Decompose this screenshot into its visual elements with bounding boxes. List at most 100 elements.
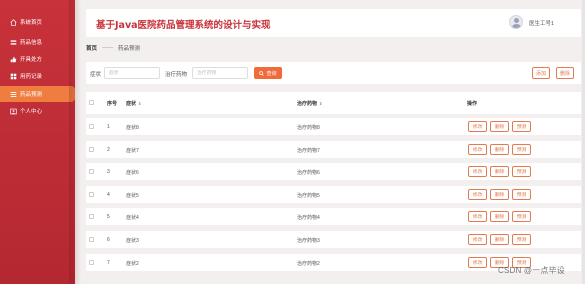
row-delete-button[interactable]: 删除 (490, 166, 509, 178)
home-icon (10, 18, 17, 26)
column-header-actions: 操作 (467, 101, 478, 107)
column-header-symptom[interactable]: 症状 ⇕ (126, 100, 141, 107)
table-header: 序号 症状 ⇕ 治疗药物 ⇕ 操作 (86, 92, 581, 114)
drug-input[interactable] (192, 67, 248, 79)
table-row: 1 症状8 治疗药物8 修改 删除 预测 (86, 118, 581, 135)
sidebar-item-label: 个人中心 (20, 109, 43, 115)
table-row: 3 症状6 治疗药物6 修改 删除 预测 (86, 163, 581, 181)
row-drug: 治疗药物2 (297, 260, 320, 267)
row-drug: 治疗药物7 (297, 147, 320, 154)
breadcrumb-home[interactable]: 首页 (86, 44, 97, 52)
bulk-delete-button[interactable]: 删除 (556, 67, 574, 79)
row-index: 4 (107, 191, 110, 198)
row-checkbox[interactable] (89, 237, 94, 242)
select-all-checkbox[interactable] (89, 100, 94, 105)
search-panel: 症状 治疗药物 查询 添加 删除 (86, 62, 581, 84)
row-predict-button[interactable]: 预测 (512, 143, 531, 155)
sidebar-item-label: 药品预测 (20, 92, 43, 98)
row-index: 7 (107, 259, 110, 266)
avatar[interactable] (509, 15, 523, 29)
sidebar: 系统首页 药品信息 开具处方 用药记录 药品预测 个人中心 (0, 0, 81, 284)
watermark: CSDN @一点毕设 (498, 266, 566, 275)
sidebar-item-drug-prediction[interactable]: 药品预测 (0, 86, 75, 102)
row-symptom: 症状2 (126, 260, 139, 267)
row-drug: 治疗药物5 (297, 192, 320, 199)
row-symptom: 症状6 (126, 170, 139, 177)
row-edit-button[interactable]: 修改 (468, 143, 487, 155)
table-row: 6 症状3 治疗药物3 修改 删除 预测 (86, 231, 581, 248)
row-delete-button[interactable]: 删除 (490, 211, 509, 223)
list-icon (10, 91, 17, 98)
row-predict-button[interactable]: 预测 (512, 166, 531, 178)
row-index: 6 (107, 237, 110, 243)
table-row: 2 症状7 治疗药物7 修改 删除 预测 (86, 140, 581, 158)
breadcrumb-separator: —— (102, 45, 114, 51)
row-edit-button[interactable]: 修改 (468, 211, 487, 223)
row-edit-button[interactable]: 修改 (468, 234, 487, 245)
row-symptom: 症状3 (126, 238, 139, 244)
row-checkbox[interactable] (89, 214, 94, 220)
row-drug: 治疗药物3 (297, 238, 320, 244)
user-name[interactable]: 医生工号1 (529, 19, 554, 27)
column-header-drug[interactable]: 治疗药物 ⇕ (297, 100, 322, 107)
row-symptom: 症状8 (126, 125, 139, 131)
drug-label: 治疗药物 (165, 72, 188, 78)
row-edit-button[interactable]: 修改 (468, 188, 487, 200)
sidebar-item-personal-center[interactable]: 个人中心 (0, 103, 75, 119)
column-header-drug-label: 治疗药物 (297, 101, 318, 107)
row-index: 3 (107, 169, 110, 176)
breadcrumb: 首页 —— 药品预测 (86, 44, 140, 52)
row-checkbox[interactable] (89, 169, 94, 175)
row-delete-button[interactable]: 删除 (490, 143, 509, 155)
breadcrumb-current: 药品预测 (118, 46, 141, 52)
row-index: 2 (107, 146, 110, 153)
row-symptom: 症状4 (126, 215, 139, 222)
sidebar-item-medication-records[interactable]: 用药记录 (0, 68, 75, 84)
row-checkbox[interactable] (89, 259, 94, 265)
symptom-label: 症状 (90, 72, 102, 78)
row-checkbox[interactable] (89, 191, 94, 197)
column-header-index: 序号 (107, 101, 118, 107)
row-index: 1 (107, 124, 110, 130)
sort-icon: ⇕ (319, 101, 323, 106)
sidebar-item-drug-info[interactable]: 药品信息 (0, 34, 75, 50)
grid-icon (10, 73, 17, 80)
row-drug: 治疗药物8 (297, 125, 320, 131)
row-checkbox[interactable] (89, 124, 94, 129)
row-edit-button[interactable]: 修改 (468, 166, 487, 178)
row-drug: 治疗药物6 (297, 170, 320, 177)
table-row: 5 症状4 治疗药物4 修改 删除 预测 (86, 208, 581, 226)
row-delete-button[interactable]: 删除 (490, 234, 509, 245)
symptom-input[interactable] (104, 67, 160, 79)
column-header-symptom-label: 症状 (126, 101, 137, 107)
row-index: 5 (107, 214, 110, 221)
sidebar-item-label: 开具处方 (20, 57, 43, 63)
add-button[interactable]: 添加 (532, 67, 550, 79)
user-card-icon (10, 108, 17, 115)
search-button[interactable]: 查询 (254, 67, 282, 79)
sidebar-item-home[interactable]: 系统首页 (0, 14, 75, 30)
row-predict-button[interactable]: 预测 (512, 188, 531, 200)
sidebar-item-label: 药品信息 (20, 40, 43, 46)
row-predict-button[interactable]: 预测 (512, 211, 531, 223)
row-checkbox[interactable] (89, 146, 94, 152)
table-row: 4 症状5 治疗药物5 修改 删除 预测 (86, 185, 581, 203)
system-title: 基于Java医院药品管理系统的设计与实现 (96, 20, 271, 31)
sidebar-item-label: 用药记录 (20, 74, 43, 80)
row-edit-button[interactable]: 修改 (468, 256, 487, 268)
row-symptom: 症状5 (126, 192, 139, 199)
row-symptom: 症状7 (126, 147, 139, 154)
row-delete-button[interactable]: 删除 (490, 121, 509, 132)
row-edit-button[interactable]: 修改 (468, 121, 487, 132)
sidebar-item-prescription[interactable]: 开具处方 (0, 51, 75, 67)
row-predict-button[interactable]: 预测 (512, 234, 531, 245)
sidebar-item-label: 系统首页 (20, 20, 43, 26)
row-predict-button[interactable]: 预测 (512, 121, 531, 132)
thumb-icon (10, 56, 17, 63)
pills-icon (10, 39, 17, 46)
top-header: 基于Java医院药品管理系统的设计与实现 医生工号1 (86, 9, 581, 37)
row-drug: 治疗药物4 (297, 215, 320, 222)
row-delete-button[interactable]: 删除 (490, 188, 509, 200)
search-icon (259, 70, 265, 76)
sort-icon: ⇕ (138, 101, 142, 106)
